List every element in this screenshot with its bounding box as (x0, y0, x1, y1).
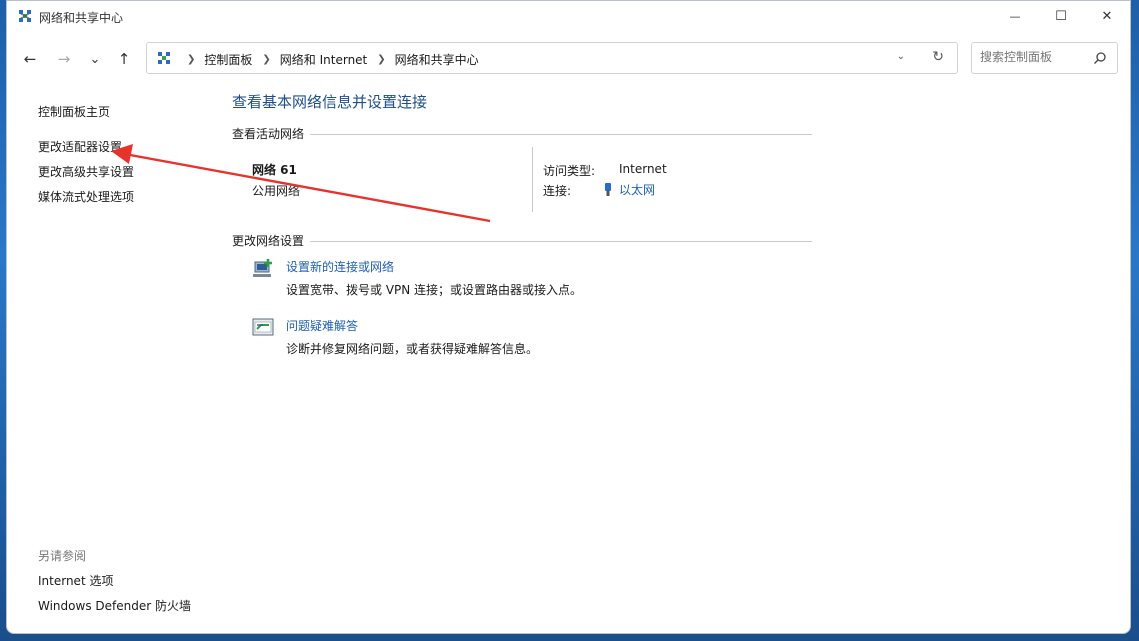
chevron-right-icon: ❯ (187, 54, 196, 65)
change-network-settings-heading: 更改网络设置 (232, 232, 311, 249)
connections-label: 连接: (543, 184, 572, 198)
address-dropdown-icon[interactable]: ⌄ (897, 51, 905, 62)
breadcrumb-network-internet[interactable]: 网络和 Internet (280, 51, 367, 68)
divider (232, 241, 812, 242)
title-bar: 网络和共享中心 — ☐ ✕ (7, 1, 1130, 32)
back-button[interactable]: ← (18, 47, 42, 71)
troubleshoot-problems-link[interactable]: 问题疑难解答 (286, 317, 358, 334)
ethernet-label: 以太网 (619, 183, 656, 197)
new-connection-icon (253, 259, 272, 277)
up-button[interactable]: ↑ (112, 47, 136, 71)
network-sharing-center-window: 网络和共享中心 — ☐ ✕ ← → ⌄ ↑ ❯ 控制面板 ❯ 网络和 Inter… (6, 0, 1131, 634)
sidebar-change-advanced-sharing[interactable]: 更改高级共享设置 (38, 163, 134, 180)
chevron-right-icon: ❯ (377, 54, 386, 65)
search-box[interactable] (971, 42, 1118, 74)
network-category[interactable]: 公用网络 (252, 182, 300, 199)
setup-new-connection-description: 设置宽带、拨号或 VPN 连接；或设置路由器或接入点。 (286, 283, 583, 297)
see-also-internet-options[interactable]: Internet 选项 (38, 572, 113, 589)
active-networks-heading: 查看活动网络 (232, 125, 311, 142)
navigation-bar: ← → ⌄ ↑ ❯ 控制面板 ❯ 网络和 Internet ❯ 网络和共享中心 (7, 39, 1130, 79)
maximize-icon: ☐ (1055, 9, 1067, 24)
minimize-button[interactable]: — (992, 1, 1038, 32)
chevron-right-icon: ❯ (262, 54, 271, 65)
divider (532, 147, 533, 212)
breadcrumb-network-sharing-center[interactable]: 网络和共享中心 (395, 51, 479, 68)
close-icon: ✕ (1101, 9, 1113, 24)
minimize-icon: — (1009, 10, 1021, 23)
see-also-heading: 另请参阅 (38, 549, 87, 563)
refresh-icon[interactable]: ↻ (932, 49, 944, 65)
sidebar-media-streaming-options[interactable]: 媒体流式处理选项 (38, 188, 134, 205)
search-icon[interactable] (1093, 51, 1107, 65)
sidebar-change-adapter-settings[interactable]: 更改适配器设置 (38, 138, 122, 155)
annotation-arrow (111, 144, 491, 223)
access-type-label: 访问类型: (543, 164, 596, 178)
troubleshoot-icon (252, 318, 274, 336)
arrow-up-icon: ↑ (117, 50, 131, 68)
search-input[interactable] (980, 50, 1090, 64)
address-bar[interactable]: ❯ 控制面板 ❯ 网络和 Internet ❯ 网络和共享中心 ⌄ ↻ (146, 42, 958, 74)
ethernet-connection-link[interactable]: 以太网 (603, 181, 655, 198)
close-button[interactable]: ✕ (1084, 1, 1130, 32)
sidebar-control-panel-home[interactable]: 控制面板主页 (38, 103, 110, 120)
see-also-windows-defender-firewall[interactable]: Windows Defender 防火墙 (38, 597, 191, 614)
breadcrumb-control-panel[interactable]: 控制面板 (204, 51, 252, 68)
network-icon (19, 10, 31, 22)
arrow-right-icon: → (57, 50, 71, 68)
page-title: 查看基本网络信息并设置连接 (232, 93, 428, 111)
window-title: 网络和共享中心 (39, 11, 124, 25)
access-type-value: Internet (619, 162, 667, 176)
recent-locations-button[interactable]: ⌄ (83, 47, 107, 71)
forward-button[interactable]: → (52, 47, 76, 71)
network-icon (158, 52, 170, 64)
network-name: 网络 61 (252, 163, 297, 177)
chevron-down-icon: ⌄ (89, 51, 101, 67)
troubleshoot-problems-description: 诊断并修复网络问题，或者获得疑难解答信息。 (286, 342, 539, 356)
divider (232, 134, 812, 135)
breadcrumb: ❯ 控制面板 ❯ 网络和 Internet ❯ 网络和共享中心 (177, 51, 479, 68)
maximize-button[interactable]: ☐ (1038, 1, 1084, 32)
setup-new-connection-link[interactable]: 设置新的连接或网络 (286, 258, 394, 275)
ethernet-icon (605, 183, 611, 196)
arrow-left-icon: ← (23, 50, 37, 68)
